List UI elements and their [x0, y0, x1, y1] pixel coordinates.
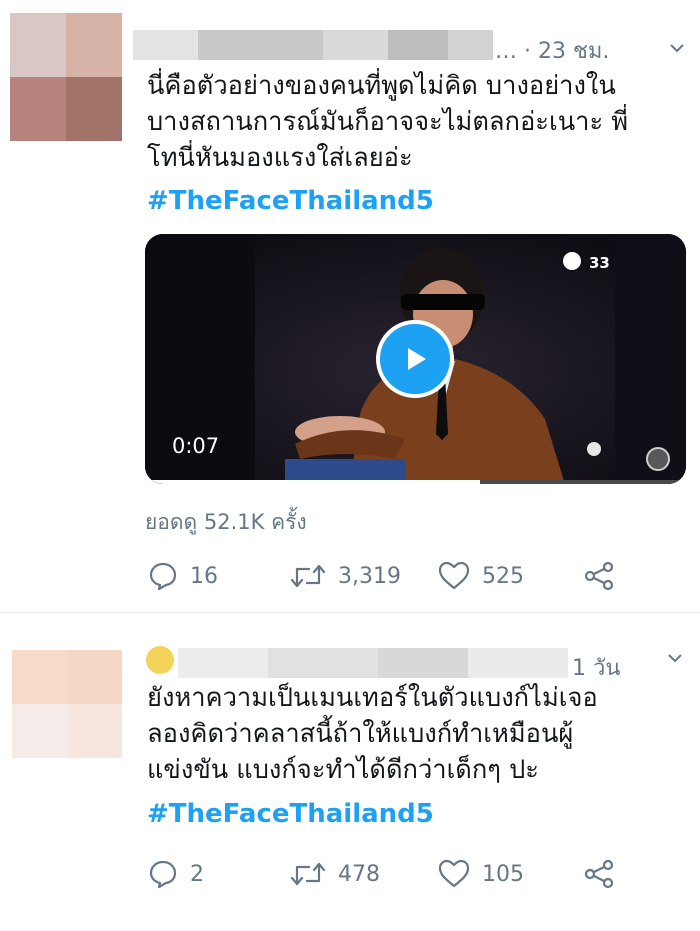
- avatar[interactable]: [12, 650, 122, 758]
- share-icon: [584, 561, 614, 591]
- retweet-button[interactable]: 478: [290, 859, 380, 889]
- tweet-text-line: นี่คือตัวอย่างของคนที่พูดไม่คิด บางอย่าง…: [147, 71, 616, 101]
- reply-button[interactable]: 16: [148, 561, 218, 591]
- chevron-down-icon[interactable]: [669, 40, 685, 56]
- like-icon: [438, 859, 470, 888]
- play-icon: [408, 348, 426, 370]
- retweet-count: 3,319: [338, 563, 401, 589]
- tweet-time[interactable]: … · 23 ชม.: [495, 33, 609, 68]
- retweet-count: 478: [338, 861, 380, 887]
- tweet-text-line: บางสถานการณ์มันก็อาจจะไม่ตลกอ่ะเนาะ พี่: [147, 107, 629, 137]
- video-duration: 0:07: [172, 434, 220, 458]
- tweet-text: นี่คือตัวอย่างของคนที่พูดไม่คิด บางอย่าง…: [147, 68, 628, 176]
- reply-count: 16: [190, 563, 218, 589]
- username-blurred[interactable]: [178, 648, 568, 678]
- tweet-text-line: ลองคิดว่าคลาสนี้ถ้าให้แบงก์ทำเหมือนผู้: [147, 719, 574, 749]
- reply-icon: [149, 860, 177, 889]
- view-count: ยอดดู 52.1K ครั้ง: [145, 510, 307, 534]
- play-button[interactable]: [376, 320, 454, 398]
- tweet-text-line: โทนี่หันมองแรงใส่เลยอ่ะ: [147, 143, 413, 173]
- emoji-icon: [146, 646, 174, 674]
- like-button[interactable]: 105: [438, 859, 524, 889]
- like-button[interactable]: 525: [438, 561, 524, 591]
- hashtag-link[interactable]: #TheFaceThailand5: [147, 186, 434, 216]
- like-count: 525: [482, 563, 524, 589]
- reply-icon: [149, 562, 177, 591]
- like-count: 105: [482, 861, 524, 887]
- like-icon: [438, 561, 470, 590]
- chevron-down-icon[interactable]: [667, 650, 683, 666]
- hashtag-link[interactable]: #TheFaceThailand5: [147, 799, 434, 829]
- retweet-button[interactable]: 3,319: [290, 561, 401, 591]
- channel-badge: 33: [589, 254, 610, 272]
- tweet-text: ยังหาความเป็นเมนเทอร์ในตัวแบงก์ไม่เจอ ลอ…: [147, 680, 598, 788]
- share-button[interactable]: [583, 561, 627, 591]
- username-blurred[interactable]: [133, 30, 493, 60]
- retweet-icon: [290, 564, 326, 588]
- tweet-text-line: แข่งขัน แบงก์จะทำได้ดีกว่าเด็กๆ ปะ: [147, 755, 539, 785]
- avatar[interactable]: [10, 13, 122, 141]
- reply-button[interactable]: 2: [148, 859, 204, 889]
- retweet-icon: [290, 862, 326, 886]
- share-button[interactable]: [583, 859, 627, 889]
- share-icon: [584, 859, 614, 889]
- tweet-text-line: ยังหาความเป็นเมนเทอร์ในตัวแบงก์ไม่เจอ: [147, 683, 598, 713]
- reply-count: 2: [190, 861, 204, 887]
